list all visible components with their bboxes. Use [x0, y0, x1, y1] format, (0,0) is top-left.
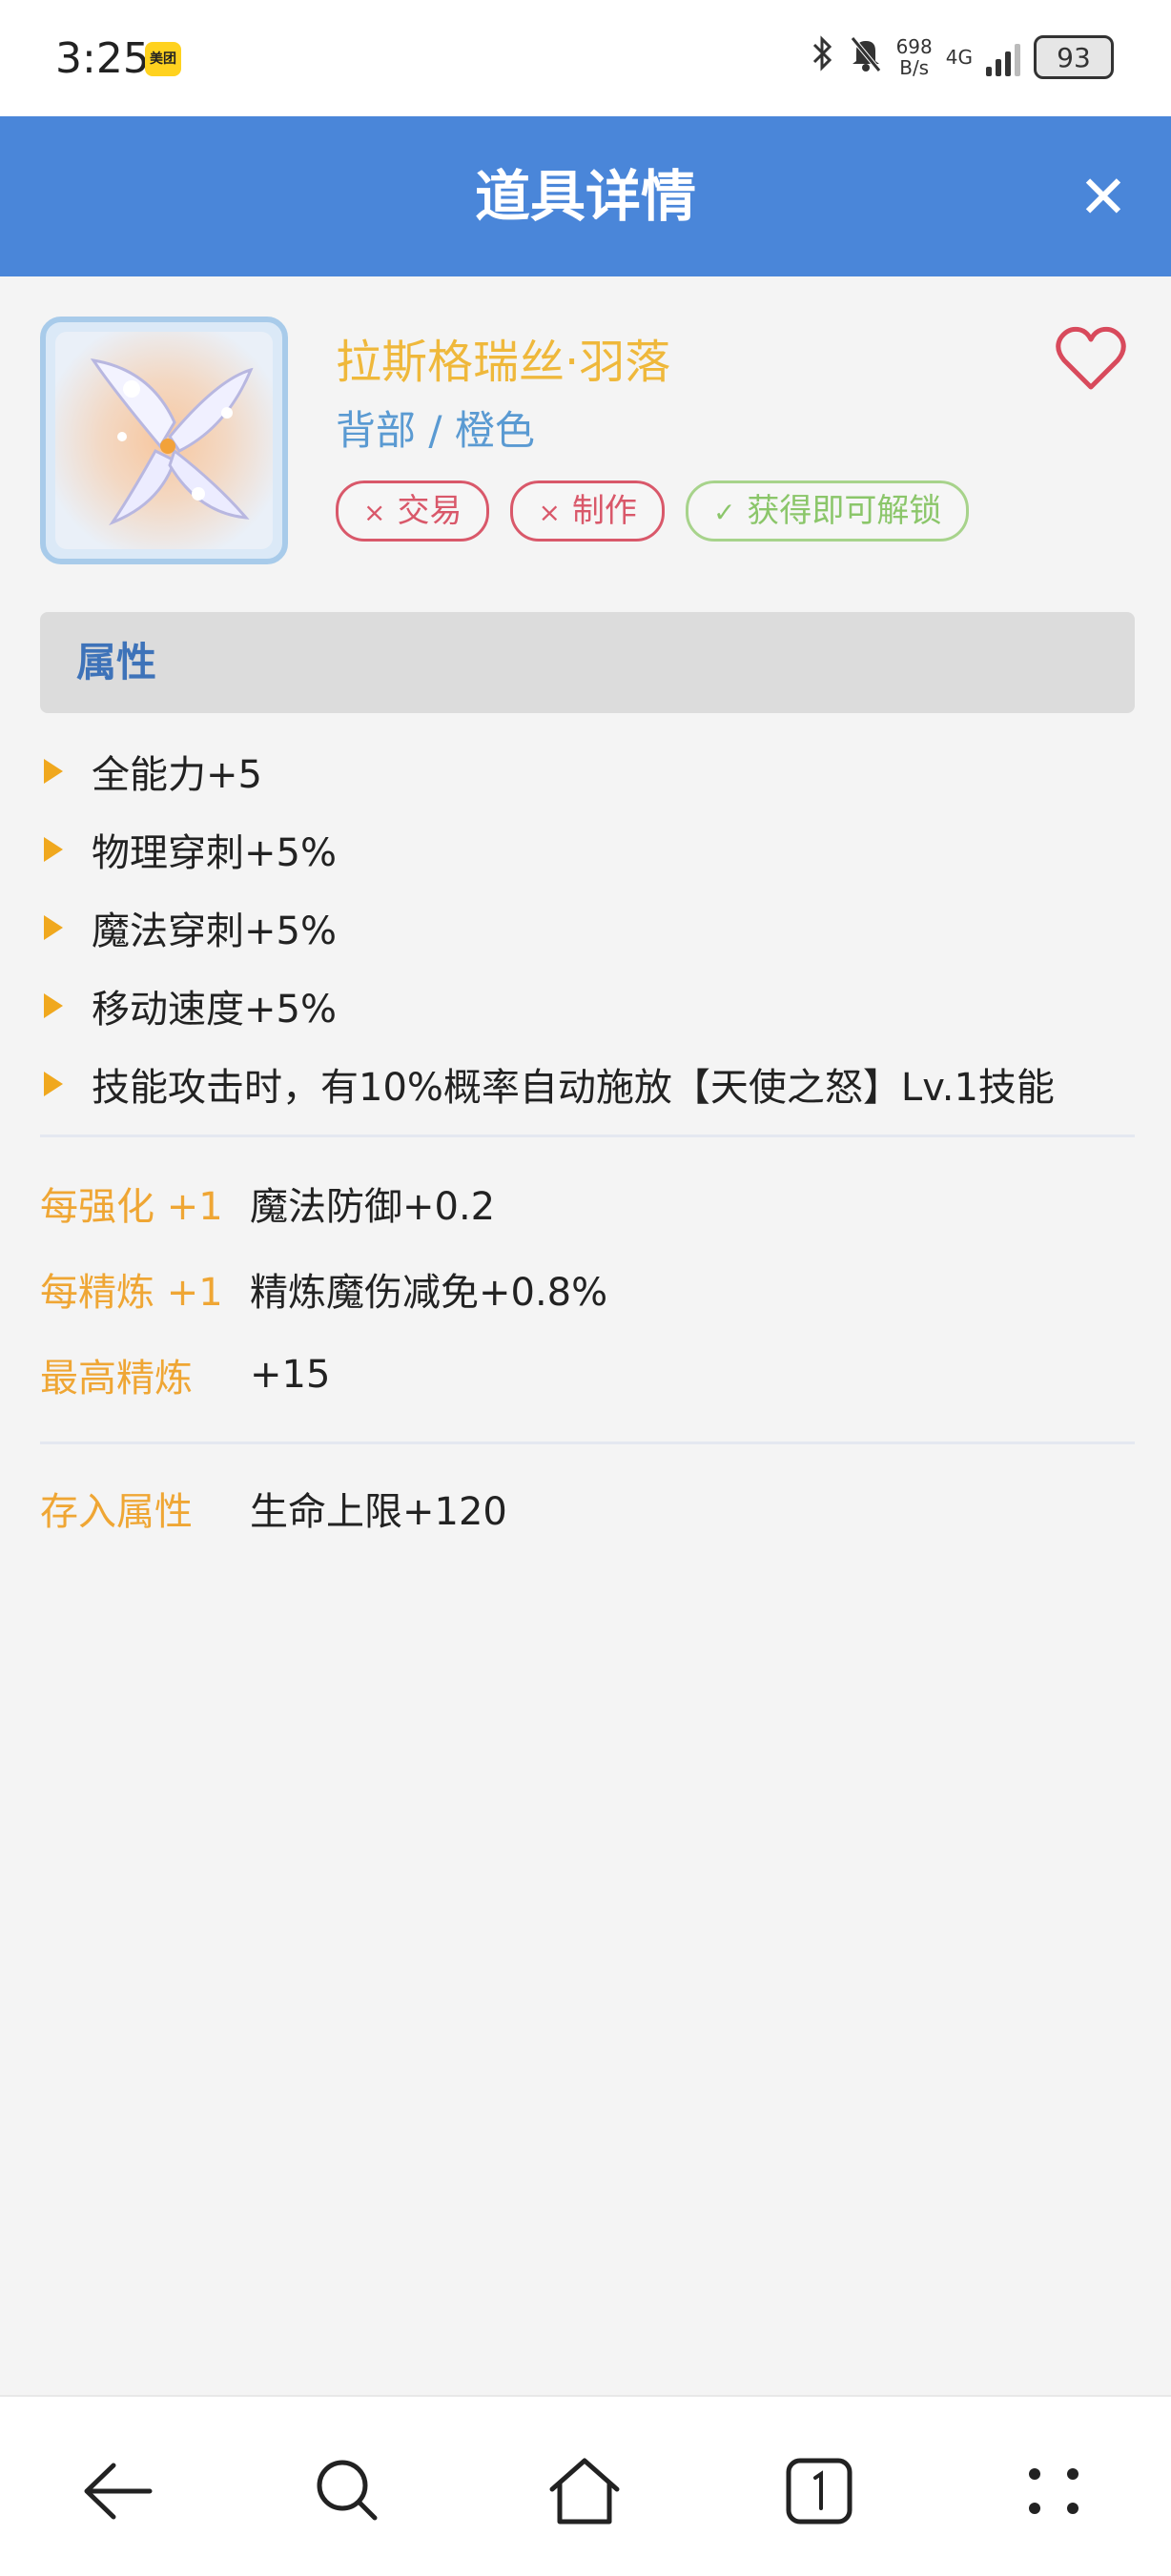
check-icon: ✓ — [712, 497, 736, 528]
strengthen-row: 每强化 +1 魔法防御+0.2 — [40, 1185, 496, 1229]
status-icons: 698 B/s 4G 93 — [811, 29, 1114, 86]
divider — [40, 1135, 1135, 1137]
search-button[interactable] — [296, 2439, 401, 2544]
home-button[interactable] — [532, 2439, 637, 2544]
battery-icon: 93 — [1034, 35, 1114, 79]
list-item: 全能力+5 — [40, 732, 1146, 810]
max-refine-row: 最高精炼 +15 — [40, 1353, 331, 1400]
divider — [40, 1441, 1135, 1444]
item-tags: × 交易 × 制作 ✓ 获得即可解锁 — [336, 480, 970, 542]
search-icon — [317, 2460, 378, 2521]
tag-craft: × 制作 — [510, 480, 665, 542]
wing-icon — [55, 332, 273, 549]
app-header: 道具详情 ✕ — [0, 116, 1171, 276]
page-title: 道具详情 — [474, 164, 696, 229]
back-arrow-icon — [84, 2463, 153, 2520]
mute-bell-icon — [849, 34, 883, 81]
refine-row: 每精炼 +1 精炼魔伤减免+0.8% — [40, 1271, 608, 1315]
tabs-button[interactable] — [767, 2439, 872, 2544]
more-dots-icon — [1029, 2468, 1079, 2514]
item-type: 背部 / 橙色 — [336, 407, 535, 454]
triangle-bullet-icon — [44, 759, 63, 784]
status-time: 3:25 — [55, 34, 150, 83]
cross-icon: × — [538, 497, 561, 528]
item-image — [40, 317, 288, 564]
item-name: 拉斯格瑞丝·羽落 — [336, 336, 671, 389]
list-item: 魔法穿刺+5% — [40, 889, 1146, 967]
bottom-nav — [0, 2395, 1171, 2576]
status-bar: 3:25 美团 698 B/s 4G 93 — [0, 0, 1171, 116]
section-title: 属性 — [76, 639, 157, 685]
deposit-row: 存入属性 生命上限+120 — [40, 1490, 507, 1534]
item-card: 拉斯格瑞丝·羽落 背部 / 橙色 × 交易 × 制作 ✓ 获得即可解锁 — [40, 317, 1135, 574]
tag-unlock: ✓ 获得即可解锁 — [685, 480, 970, 542]
list-item: 移动速度+5% — [40, 967, 1146, 1045]
triangle-bullet-icon — [44, 1072, 63, 1096]
triangle-bullet-icon — [44, 993, 63, 1018]
favorite-heart-icon[interactable] — [1055, 324, 1127, 393]
net-speed: 698 B/s — [895, 35, 933, 79]
home-icon — [549, 2458, 620, 2525]
list-item: 物理穿刺+5% — [40, 810, 1146, 889]
cross-icon: × — [363, 497, 386, 528]
signal-icon — [986, 38, 1020, 76]
meituan-app-icon: 美团 — [145, 42, 181, 76]
triangle-bullet-icon — [44, 915, 63, 940]
network-type: 4G — [945, 46, 973, 69]
attributes-section-header: 属性 — [40, 612, 1135, 713]
list-item: 技能攻击时，有10%概率自动施放【天使之怒】Lv.1技能 — [40, 1045, 1146, 1123]
more-menu-button[interactable] — [1001, 2439, 1106, 2544]
close-button[interactable]: ✕ — [1070, 164, 1137, 231]
triangle-bullet-icon — [44, 837, 63, 862]
back-button[interactable] — [65, 2439, 170, 2544]
tag-trade: × 交易 — [336, 480, 490, 542]
attribute-list: 全能力+5 物理穿刺+5% 魔法穿刺+5% 移动速度+5% 技能攻击时，有10%… — [40, 732, 1146, 1123]
tabs-icon — [786, 2458, 853, 2525]
bluetooth-icon — [811, 34, 835, 81]
